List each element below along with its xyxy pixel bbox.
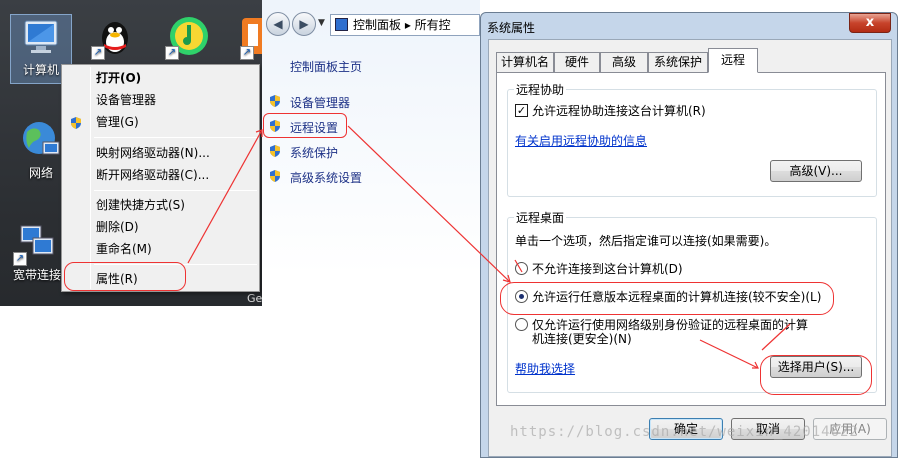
orange-app-icon: ↗	[232, 14, 262, 60]
history-dropdown-icon[interactable]: ▼	[318, 18, 325, 28]
desktop-icon-qq[interactable]: ↗	[84, 14, 146, 60]
forward-button[interactable]: ▶	[292, 12, 316, 36]
tab-advanced[interactable]: 高级	[600, 52, 648, 72]
menu-item-disconnect-drive[interactable]: 断开网络驱动器(C)...	[64, 164, 257, 186]
tab-system-protection[interactable]: 系统保护	[648, 52, 708, 72]
menu-item-create-shortcut[interactable]: 创建快捷方式(S)	[64, 194, 257, 216]
desktop-icon-orange-app[interactable]: ↗	[232, 14, 262, 60]
desktop-blank-area	[0, 306, 262, 458]
menu-separator	[94, 190, 257, 191]
menu-item-device-manager[interactable]: 设备管理器	[64, 89, 257, 111]
control-panel-home-link[interactable]: 控制面板主页	[290, 58, 362, 75]
allow-remote-assistance-checkbox[interactable]: ✓	[515, 104, 528, 117]
highlight-remote-settings	[263, 113, 347, 138]
group-title: 远程桌面	[514, 209, 567, 226]
menu-item-rename[interactable]: 重命名(M)	[64, 238, 257, 260]
radio-label: 不允许连接到这台计算机(D)	[532, 262, 683, 276]
navigation-toolbar: ◀ ▶ ▼ 控制面板 ▸ 所有控	[262, 8, 480, 38]
network-globe-icon	[19, 118, 63, 162]
highlight-allow-any-version	[500, 282, 834, 315]
close-icon: x	[865, 15, 875, 30]
menu-item-label: 管理(G)	[96, 115, 139, 129]
context-menu: 打开(O) 设备管理器 管理(G) 映射网络驱动器(N)... 断开网络驱动器(…	[61, 64, 260, 292]
desktop-icon-broadband[interactable]: ↗ 宽带连接	[6, 220, 68, 283]
shield-icon	[268, 169, 282, 186]
shortcut-arrow-icon: ↗	[165, 46, 179, 60]
shortcut-arrow-icon: ↗	[13, 252, 27, 266]
group-title: 远程协助	[514, 81, 567, 98]
menu-item-label: 删除(D)	[96, 220, 139, 234]
menu-item-label: 映射网络驱动器(N)...	[96, 146, 210, 160]
back-arrow-icon: ◀	[273, 17, 283, 31]
shield-icon	[268, 144, 282, 161]
menu-item-label: 设备管理器	[96, 93, 157, 107]
help-me-choose-link[interactable]: 帮助我选择	[515, 360, 575, 377]
deny-connections-radio[interactable]	[515, 262, 528, 275]
address-text: 控制面板 ▸ 所有控	[353, 18, 451, 32]
remote-assistance-help-link[interactable]: 有关启用远程协助的信息	[515, 132, 647, 149]
back-button[interactable]: ◀	[266, 12, 290, 36]
system-protection-link[interactable]: 系统保护	[290, 144, 338, 161]
highlight-select-users	[760, 355, 872, 395]
address-bar[interactable]: 控制面板 ▸ 所有控	[330, 14, 480, 36]
shield-icon	[268, 94, 282, 111]
dialog-title: 系统属性	[487, 21, 536, 35]
advanced-button[interactable]: 高级(V)...	[770, 160, 862, 182]
watermark-text: https://blog.csdn.net/weixin_42014622	[510, 424, 859, 440]
desktop-icon-label: 网络	[28, 166, 53, 180]
menu-item-open[interactable]: 打开(O)	[64, 67, 257, 89]
desktop-edge-text: Ge	[247, 292, 263, 305]
menu-item-label: 重命名(M)	[96, 242, 152, 256]
tab-label: 远程	[720, 53, 745, 67]
shield-icon	[69, 115, 83, 137]
desktop-icon-label: 宽带连接	[12, 268, 61, 282]
tab-hardware[interactable]: 硬件	[554, 52, 600, 72]
shortcut-arrow-icon: ↗	[240, 46, 254, 60]
menu-separator	[94, 137, 257, 138]
shortcut-arrow-icon: ↗	[91, 46, 105, 60]
menu-item-label: 断开网络驱动器(C)...	[96, 168, 210, 182]
control-panel-icon	[335, 18, 348, 31]
checkbox-label: 允许远程协助连接这台计算机(R)	[532, 104, 706, 118]
menu-item-manage[interactable]: 管理(G)	[64, 111, 257, 133]
allow-nla-only-radio[interactable]	[515, 318, 528, 331]
advanced-system-settings-link[interactable]: 高级系统设置	[290, 169, 362, 186]
tab-remote[interactable]: 远程	[708, 48, 758, 73]
remote-assistance-group: 远程协助 ✓ 允许远程协助连接这台计算机(R) 有关启用远程协助的信息 高级(V…	[507, 81, 877, 197]
device-manager-link[interactable]: 设备管理器	[290, 94, 350, 111]
menu-item-label: 创建快捷方式(S)	[96, 198, 185, 212]
music-app-icon: ↗	[165, 14, 211, 60]
control-panel-window: ◀ ▶ ▼ 控制面板 ▸ 所有控 控制面板主页 设备管理器 远程设置 系统保护 …	[262, 0, 480, 458]
tab-label: 系统保护	[653, 55, 702, 69]
forward-arrow-icon: ▶	[299, 17, 309, 31]
radio-label-line2: 机连接(更安全)(N)	[532, 332, 632, 346]
menu-item-delete[interactable]: 删除(D)	[64, 216, 257, 238]
computer-icon	[19, 15, 63, 59]
tab-label: 高级	[611, 55, 636, 69]
broadband-connection-icon: ↗	[13, 220, 59, 266]
qq-penguin-icon: ↗	[91, 14, 137, 60]
menu-item-map-drive[interactable]: 映射网络驱动器(N)...	[64, 142, 257, 164]
menu-item-label: 打开(O)	[96, 71, 142, 85]
tab-label: 计算机名	[500, 55, 549, 69]
desktop-icon-label: 计算机	[22, 63, 59, 77]
desktop-icon-music[interactable]: ↗	[158, 14, 220, 60]
close-button[interactable]: x	[849, 13, 891, 33]
tab-label: 硬件	[564, 55, 589, 69]
highlight-properties	[64, 262, 186, 291]
remote-desktop-description: 单击一个选项，然后指定谁可以连接(如果需要)。	[515, 234, 777, 248]
tab-computer-name[interactable]: 计算机名	[496, 52, 554, 72]
button-label: 高级(V)...	[789, 164, 843, 178]
